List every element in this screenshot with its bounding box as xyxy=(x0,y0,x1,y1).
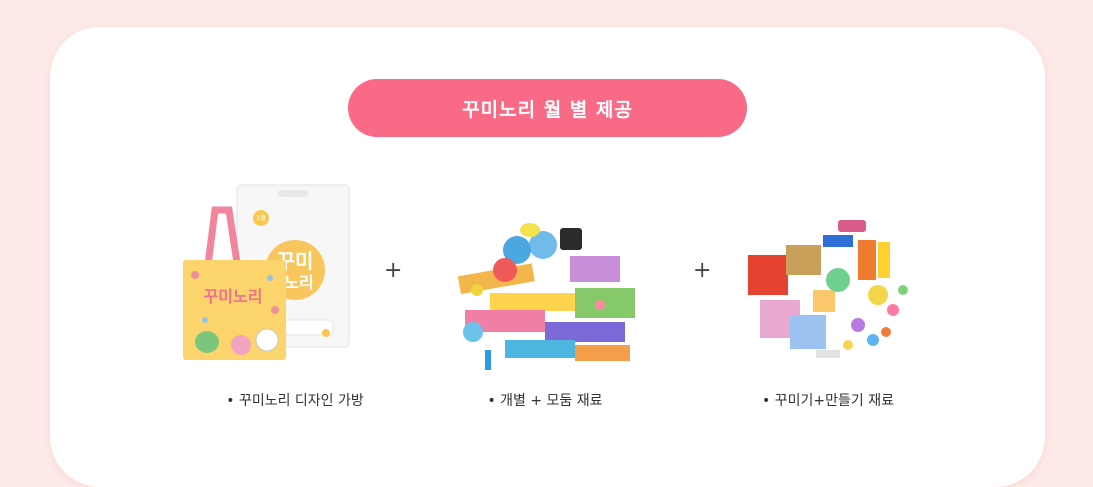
pouch-badge: 1월 xyxy=(256,214,265,222)
product-caption: • 꾸미노리 디자인 가방 xyxy=(226,393,364,409)
product-item-craft: • 꾸미기+만들기 재료 xyxy=(708,150,948,420)
section-title-pill: 꾸미노리 월 별 제공 xyxy=(348,79,747,137)
product-caption: • 꾸미기+만들기 재료 xyxy=(762,393,894,409)
design-bag-image: 1월 꾸미 노리 꾸미노리 xyxy=(183,184,350,360)
art-supplies-image xyxy=(457,223,635,370)
product-item-bag: 1월 꾸미 노리 꾸미노리 • 꾸미노리 디자인 가방 xyxy=(175,150,415,420)
product-item-supplies: • 개별 + 모둠 재료 xyxy=(425,150,665,420)
bag-logo-text: 꾸미노리 xyxy=(204,287,263,306)
svg-text:노리: 노리 xyxy=(284,273,313,292)
section-title: 꾸미노리 월 별 제공 xyxy=(462,98,633,121)
craft-materials-image xyxy=(748,220,908,358)
product-caption: • 개별 + 모둠 재료 xyxy=(487,393,603,409)
plus-separator: + xyxy=(384,258,403,283)
